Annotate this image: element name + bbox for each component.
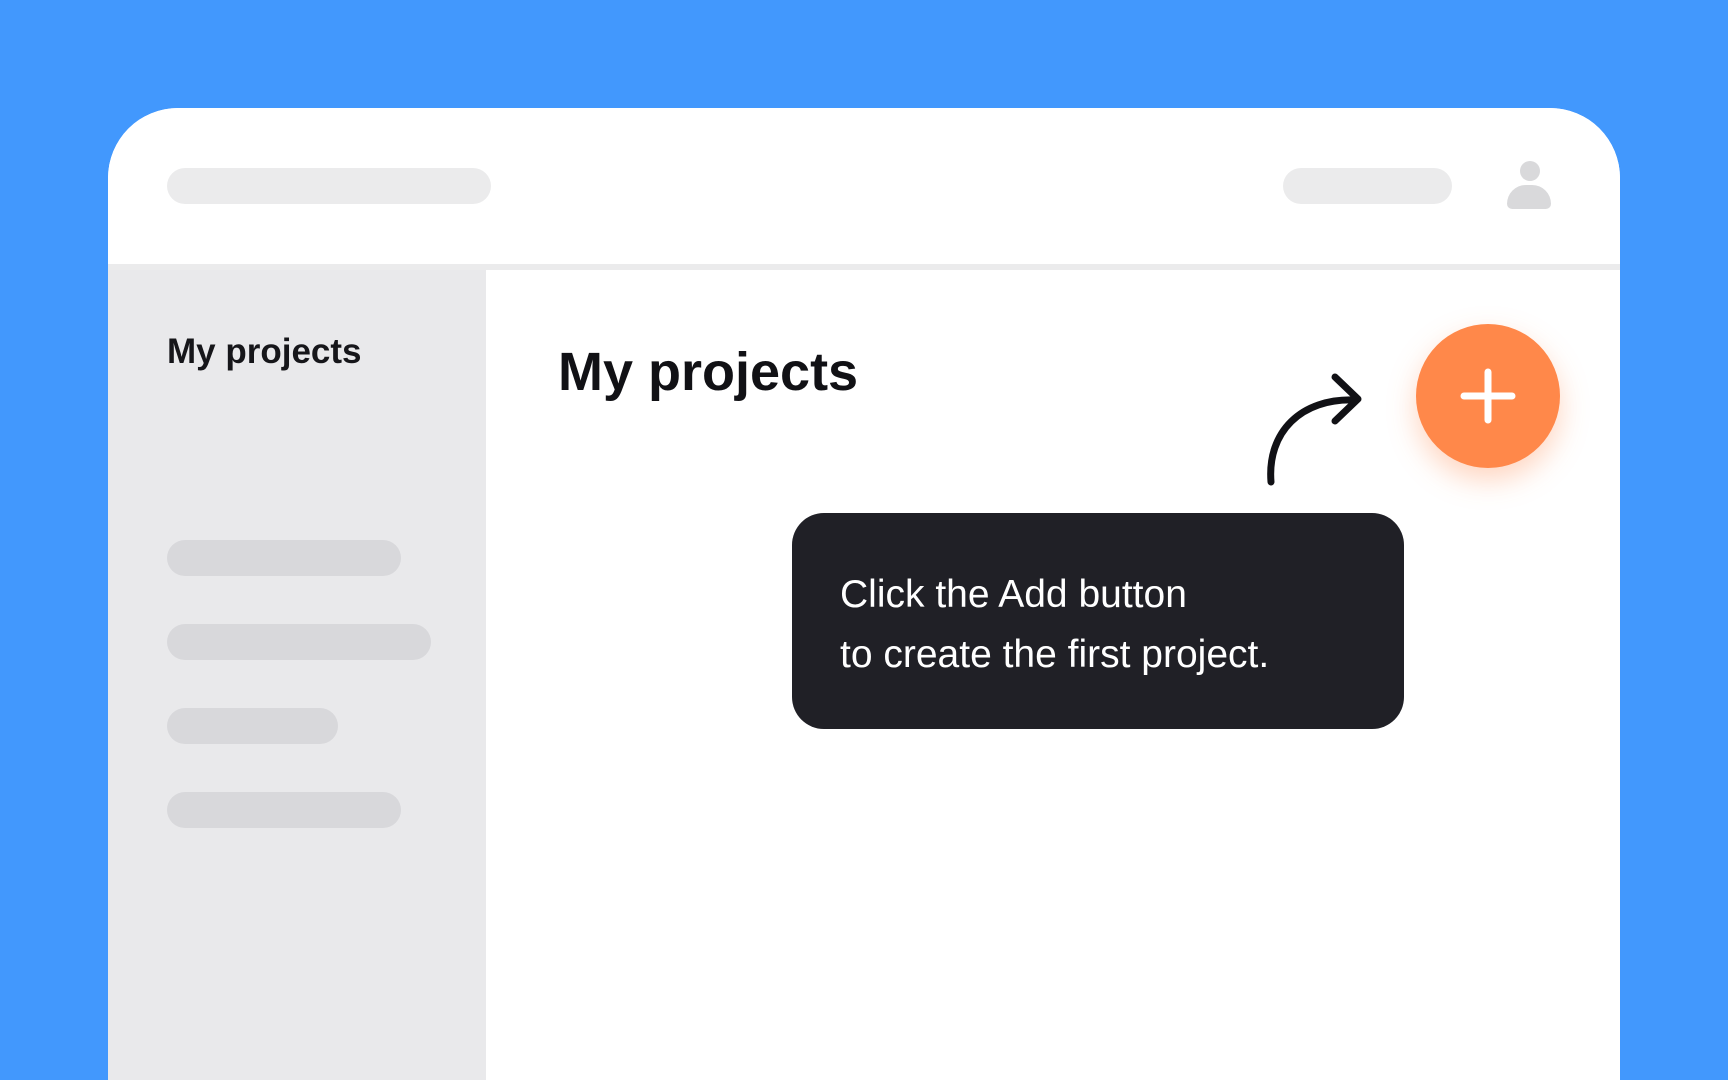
- plus-icon: [1460, 368, 1516, 424]
- sidebar-item-skeleton: [167, 540, 401, 576]
- app-window: My projects My projects Click the Add bu…: [108, 108, 1620, 1080]
- user-icon[interactable]: [1505, 161, 1553, 213]
- curved-arrow-icon: [1267, 373, 1362, 486]
- search-placeholder-skeleton: [167, 168, 491, 204]
- avatar-head: [1520, 161, 1540, 181]
- sidebar-item-skeleton: [167, 792, 401, 828]
- sidebar-title[interactable]: My projects: [167, 332, 362, 372]
- sidebar-item-skeleton: [167, 708, 338, 744]
- sidebar: [108, 270, 486, 1080]
- topbar-action-skeleton: [1283, 168, 1452, 204]
- avatar-body: [1507, 185, 1551, 209]
- onboarding-tooltip: Click the Add button to create the first…: [792, 513, 1404, 729]
- add-project-button[interactable]: [1416, 324, 1560, 468]
- tooltip-line-2: to create the first project.: [840, 633, 1270, 676]
- tooltip-line-1: Click the Add button: [840, 573, 1187, 616]
- sidebar-item-skeleton: [167, 624, 431, 660]
- page-title: My projects: [558, 342, 859, 402]
- top-bar: [108, 108, 1620, 270]
